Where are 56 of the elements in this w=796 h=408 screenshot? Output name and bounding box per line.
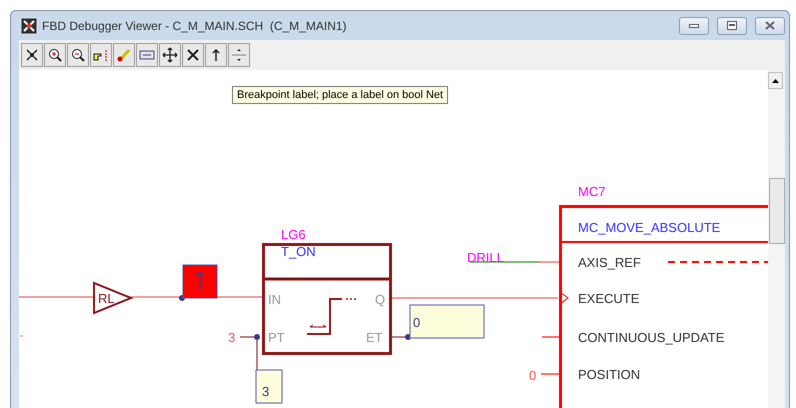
pin-label: ET	[366, 330, 383, 345]
block-instance-label: LG6	[281, 227, 306, 242]
constant-value: 0	[529, 368, 536, 383]
block-instance-label: MC7	[578, 184, 606, 199]
connection-wire	[130, 296, 182, 298]
close-icon	[765, 21, 775, 30]
watch-value: 0	[413, 315, 420, 330]
watch-value-box	[256, 370, 282, 404]
close-icon	[185, 47, 201, 63]
timer-step-drawing	[307, 298, 356, 335]
zoom-in-icon	[47, 47, 63, 63]
close-button[interactable]	[182, 43, 204, 67]
connection-dot	[254, 334, 260, 340]
vertical-scrollbar[interactable]	[768, 70, 785, 408]
window-title: FBD Debugger Viewer - C_M_MAIN.SCH (C_M_MAIN1)	[42, 18, 348, 32]
scroll-up-icon	[772, 78, 779, 82]
pin-label: Q	[375, 292, 386, 307]
constant-value: 3	[228, 330, 236, 345]
pen-button[interactable]	[113, 43, 135, 67]
split-icon	[231, 47, 247, 63]
connection-wire	[240, 336, 258, 370]
pin-label: CONTINUOUS_UPDATE	[578, 330, 724, 345]
variable-label: DRILL	[467, 250, 504, 265]
edge-input-marker	[560, 292, 569, 304]
app-icon	[21, 18, 37, 34]
pen-icon	[116, 47, 132, 63]
connection-wire	[217, 296, 262, 298]
move-icon	[162, 47, 178, 63]
scroll-thumb[interactable]	[769, 178, 785, 244]
fit-button[interactable]	[21, 43, 43, 67]
gate-label: RL	[98, 291, 115, 306]
zoom-in-button[interactable]	[44, 43, 66, 67]
minimize-button[interactable]	[679, 16, 709, 34]
hand-pointer-button[interactable]	[90, 43, 112, 67]
scroll-up-button[interactable]	[768, 72, 783, 89]
minimize-icon	[689, 22, 699, 28]
maximize-icon	[727, 21, 737, 30]
tooltip: Breakpoint label; place a label on bool Net	[232, 86, 448, 104]
zoom-out-icon	[70, 47, 86, 63]
hand-pointer-icon	[93, 47, 109, 63]
connection-wire	[542, 336, 560, 338]
label-button[interactable]	[136, 43, 158, 67]
pin-label: IN	[268, 292, 281, 307]
pin-label: PT	[268, 330, 285, 345]
up-arrow-button[interactable]	[205, 43, 227, 67]
pin-label: AXIS_REF	[578, 255, 641, 270]
breakpoint-marker[interactable]	[182, 264, 218, 298]
block-type-label: T_ON	[281, 244, 316, 259]
block-type-label: MC_MOVE_ABSOLUTE	[578, 220, 720, 235]
watch-value: 3	[262, 384, 270, 399]
pin-label: EXECUTE	[578, 291, 640, 306]
maximize-button[interactable]	[717, 16, 747, 34]
fit-icon	[24, 47, 40, 63]
pin-label: POSITION	[578, 367, 640, 382]
zoom-out-button[interactable]	[67, 43, 89, 67]
move-button[interactable]	[159, 43, 181, 67]
